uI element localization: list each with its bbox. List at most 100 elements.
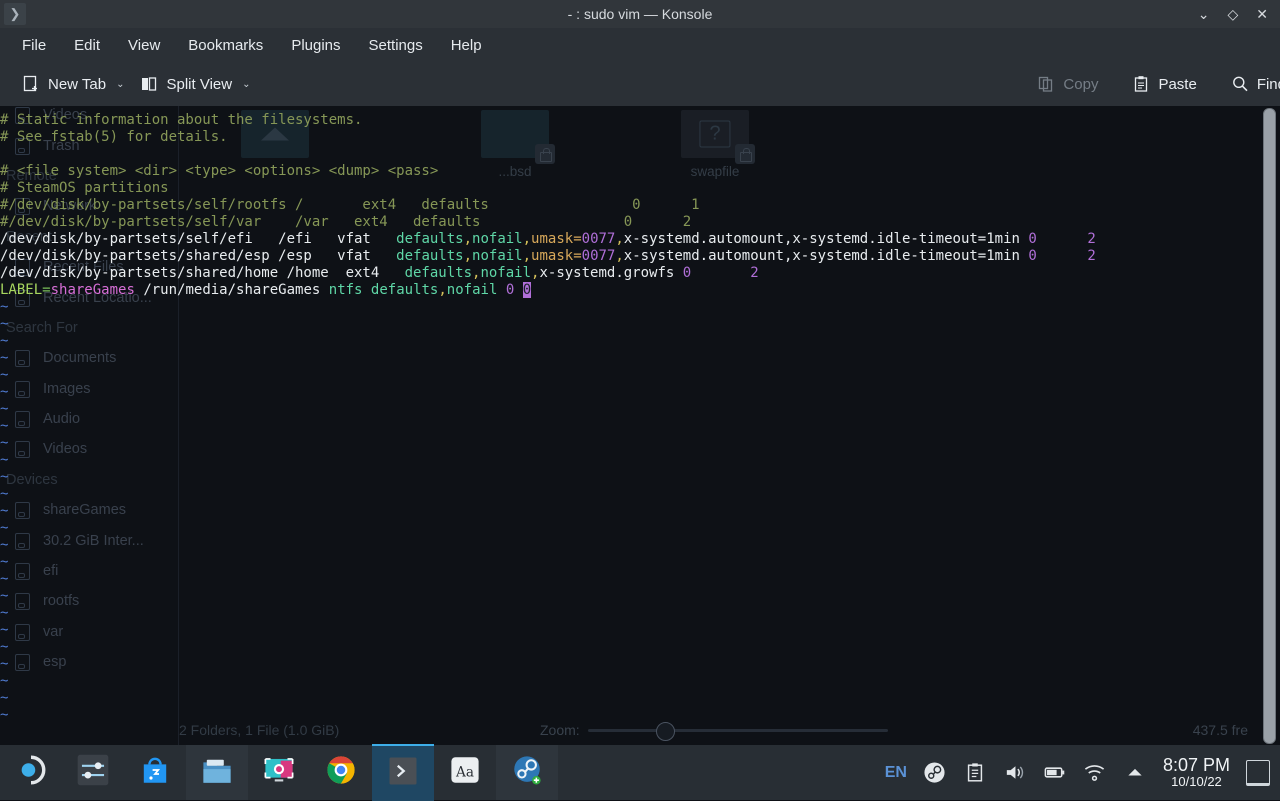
- terminal-line: # SteamOS partitions: [0, 180, 169, 197]
- window-titlebar: ❯ - : sudo vim — Konsole ⌄ ◇ ✕: [0, 0, 1280, 28]
- terminal-text: =: [42, 282, 51, 298]
- find-button[interactable]: Find: [1223, 70, 1280, 98]
- vim-empty-line-marker: ~: [0, 316, 9, 332]
- terminal-text: LABEL: [0, 282, 43, 298]
- menu-view[interactable]: View: [116, 33, 172, 58]
- menu-edit[interactable]: Edit: [62, 33, 112, 58]
- terminal-text: x-systemd.automount,x-systemd.idle-timeo…: [623, 231, 1029, 247]
- menu-settings[interactable]: Settings: [357, 33, 435, 58]
- taskbar-steam[interactable]: [496, 745, 558, 800]
- keyboard-layout-indicator[interactable]: EN: [885, 764, 907, 782]
- clock[interactable]: 8:07 PM 10/10/22: [1163, 755, 1230, 789]
- terminal-text: 0: [505, 282, 515, 298]
- new-tab-button[interactable]: New Tab ⌄: [14, 70, 132, 98]
- terminal-text: ,: [615, 248, 624, 264]
- terminal-text: ,: [615, 231, 624, 247]
- menu-plugins[interactable]: Plugins: [279, 33, 352, 58]
- vim-empty-line-marker: ~: [0, 486, 9, 502]
- paste-button[interactable]: Paste: [1124, 70, 1204, 98]
- terminal-text: ,: [438, 282, 447, 298]
- show-desktop-icon[interactable]: [1246, 759, 1270, 786]
- copy-icon: [1037, 75, 1055, 93]
- new-tab-label: New Tab: [48, 75, 107, 93]
- menu-help[interactable]: Help: [439, 33, 494, 58]
- terminal-line: LABEL=shareGames /run/media/shareGames n…: [0, 282, 532, 299]
- terminal-text: #/dev/disk/by-partsets/self/rootfs / ext…: [0, 197, 700, 213]
- taskbar-font-viewer[interactable]: Aa: [434, 745, 496, 800]
- terminal-text: #/dev/disk/by-partsets/self/var /var ext…: [0, 214, 692, 230]
- taskbar: Aa EN 8:07 PM 10/10/22: [0, 744, 1280, 801]
- terminal-text: defaults: [396, 248, 464, 264]
- terminal-text: ,: [522, 248, 532, 264]
- terminal-text: ,: [522, 231, 532, 247]
- vim-empty-line-marker: ~: [0, 452, 9, 468]
- taskbar-kde-launcher[interactable]: [0, 745, 62, 800]
- minimize-button[interactable]: ⌄: [1198, 7, 1210, 21]
- wifi-icon[interactable]: [1083, 761, 1107, 785]
- show-hidden-icon[interactable]: [1123, 761, 1147, 785]
- window-title: - : sudo vim — Konsole: [567, 6, 713, 22]
- taskbar-discover-store[interactable]: [124, 745, 186, 800]
- terminal-text: x-systemd.automount,x-systemd.idle-timeo…: [623, 248, 1029, 264]
- terminal-text: 0077: [581, 248, 616, 264]
- battery-icon[interactable]: [1043, 761, 1067, 785]
- vim-empty-line-marker: ~: [0, 673, 9, 689]
- maximize-button[interactable]: ◇: [1227, 7, 1238, 21]
- clipboard-icon[interactable]: [963, 761, 987, 785]
- terminal-line: # Static information about the filesyste…: [0, 112, 362, 129]
- taskbar-konsole-terminal[interactable]: [372, 744, 434, 801]
- vim-empty-line-marker: ~: [0, 537, 9, 553]
- vim-empty-line-marker: ~: [0, 520, 9, 536]
- terminal-text: =: [573, 231, 582, 247]
- taskbar-chrome-browser[interactable]: [310, 745, 372, 800]
- menu-bookmarks[interactable]: Bookmarks: [176, 33, 275, 58]
- close-button[interactable]: ✕: [1256, 7, 1268, 21]
- terminal-text: 0: [1028, 231, 1037, 247]
- split-view-button[interactable]: Split View ⌄: [132, 70, 258, 98]
- taskbar-launchers: Aa: [0, 744, 558, 801]
- split-view-caret-icon[interactable]: ⌄: [242, 79, 250, 90]
- vim-empty-line-marker: ~: [0, 622, 9, 638]
- vim-empty-line-marker: ~: [0, 299, 9, 315]
- terminal-text: =: [573, 248, 582, 264]
- terminal-cursor: 0: [522, 282, 532, 298]
- paste-icon: [1132, 75, 1150, 93]
- terminal-text: defaults: [370, 282, 439, 298]
- find-label: Find: [1256, 75, 1280, 93]
- menu-file[interactable]: File: [10, 33, 58, 58]
- taskbar-dolphin-file-manager[interactable]: [186, 745, 248, 800]
- steam-tray-icon[interactable]: [923, 761, 947, 785]
- terminal-line: /dev/disk/by-partsets/shared/home /home …: [0, 265, 759, 282]
- search-icon: [1231, 75, 1249, 93]
- terminal-text: x-systemd.growfs: [539, 265, 683, 281]
- copy-button[interactable]: Copy: [1029, 70, 1106, 98]
- new-tab-caret-icon: ⌄: [116, 78, 125, 90]
- vim-empty-line-marker: ~: [0, 367, 9, 383]
- terminal-text: 0: [682, 265, 692, 281]
- taskbar-settings[interactable]: [62, 745, 124, 800]
- desktop-root: Videos Trash Remote Network Recent Recent Fil…: [0, 0, 1280, 801]
- vim-empty-line-marker: ~: [0, 588, 9, 604]
- vim-empty-line-marker: ~: [0, 435, 9, 451]
- volume-icon[interactable]: [1003, 761, 1027, 785]
- new-tab-icon: [22, 75, 40, 93]
- vim-empty-line-marker: ~: [0, 384, 9, 400]
- terminal-scrollbar[interactable]: [1263, 108, 1276, 744]
- terminal-text: # See fstab(5) for details.: [0, 129, 228, 145]
- spectacle-screenshot-icon: [262, 753, 296, 792]
- terminal-line: #/dev/disk/by-partsets/self/var /var ext…: [0, 214, 691, 231]
- taskbar-spectacle-screenshot[interactable]: [248, 745, 310, 800]
- paste-label: Paste: [1158, 75, 1197, 93]
- vim-empty-line-marker: ~: [0, 333, 9, 349]
- vim-empty-line-marker: ~: [0, 418, 9, 434]
- terminal-viewport[interactable]: # Static information about the filesyste…: [0, 106, 1280, 745]
- terminal-text: umask: [531, 248, 574, 264]
- terminal-text: /run/media/shareGames: [134, 282, 329, 298]
- vim-empty-line-marker: ~: [0, 469, 9, 485]
- konsole-terminal-icon: [388, 756, 418, 791]
- vim-empty-line-marker: ~: [0, 639, 9, 655]
